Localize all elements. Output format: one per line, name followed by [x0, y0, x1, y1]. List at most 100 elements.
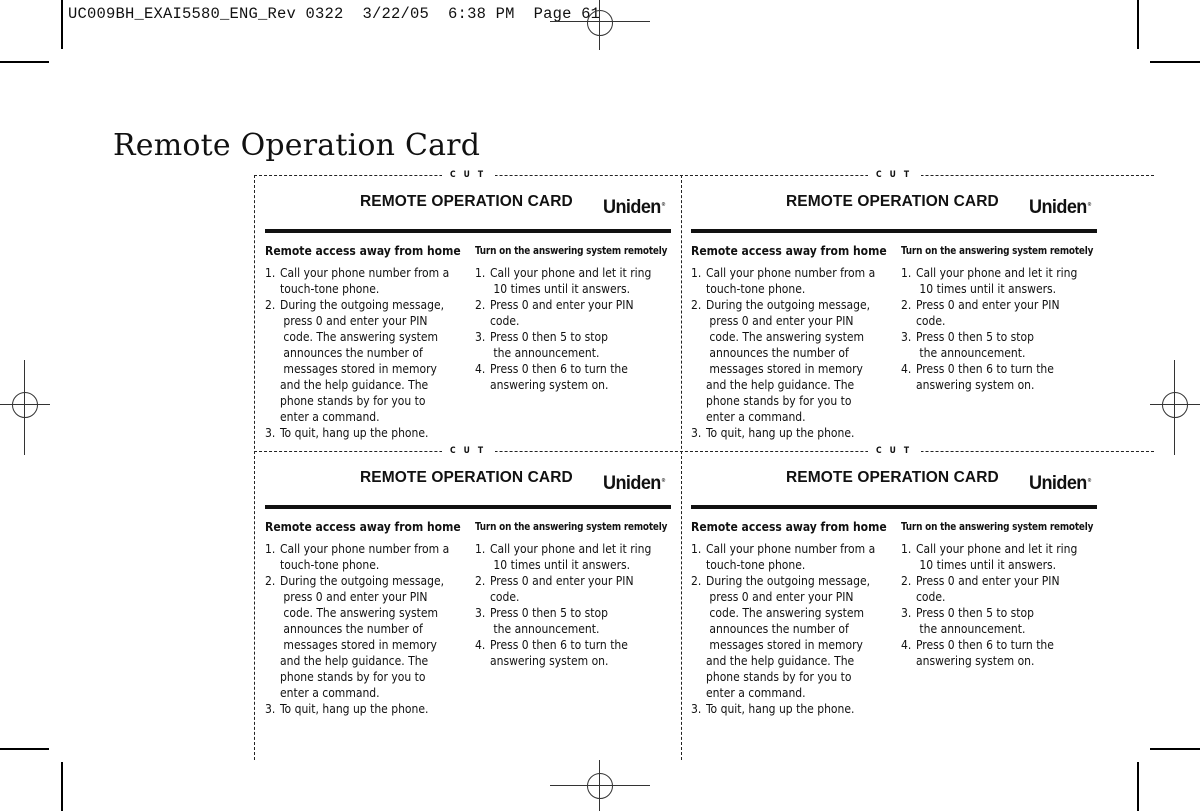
step-line: answering system on.: [916, 378, 1035, 392]
column-heading: Remote access away from home: [691, 244, 887, 258]
step-line: touch-tone phone.: [706, 558, 806, 572]
list-item: 3. To quit, hang up the phone.: [265, 701, 465, 717]
turn-on-column: Turn on the answering system remotely 1.…: [901, 519, 1101, 669]
step-line: Call your phone and let it ring: [490, 542, 652, 556]
crop-mark: [0, 748, 49, 750]
step-line: code.: [490, 590, 520, 604]
steps-list: 1. Call your phone number from a touch-ton…: [265, 541, 465, 717]
step-text: Press 0 then 6 to turn the answering syst…: [490, 637, 628, 669]
step-line: code.: [916, 590, 946, 604]
step-line: During the outgoing message,: [280, 298, 445, 312]
crop-mark: [1150, 748, 1200, 750]
remote-operation-card: REMOTE OPERATION CARD Uniden® Remote acc…: [691, 183, 1101, 453]
step-line: touch-tone phone.: [706, 282, 806, 296]
step-number: 2.: [691, 574, 702, 588]
step-line: Call your phone and let it ring: [916, 266, 1078, 280]
list-item: 3. Press 0 then 5 to stop the announcemen…: [475, 605, 675, 637]
remote-operation-card: REMOTE OPERATION CARD Uniden® Remote acc…: [691, 459, 1101, 729]
step-number: 3.: [265, 702, 276, 716]
list-item: 3. Press 0 then 5 to stop the announcemen…: [901, 605, 1101, 637]
logo-text: Uniden: [1029, 473, 1087, 494]
step-text: Press 0 then 5 to stop the announcement.: [490, 605, 608, 637]
step-text: Call your phone number from a touch-tone …: [280, 541, 449, 573]
list-item: 1. Call your phone and let it ring 10 tim…: [901, 541, 1101, 573]
step-line: answering system on.: [490, 378, 609, 392]
step-line: To quit, hang up the phone.: [280, 702, 429, 716]
logo-text: Uniden: [1029, 197, 1087, 218]
column-heading: Turn on the answering system remotely: [475, 521, 668, 533]
step-line: code.: [490, 314, 520, 328]
cut-line: [681, 175, 682, 760]
step-line: messages stored in memory: [706, 362, 863, 376]
step-number: 1.: [691, 266, 702, 280]
steps-list: 1. Call your phone and let it ring 10 tim…: [475, 541, 675, 669]
step-text: During the outgoing message, press 0 and…: [706, 573, 870, 701]
step-line: phone stands by for you to: [280, 670, 426, 684]
step-line: code. The answering system: [280, 330, 438, 344]
column-heading: Remote access away from home: [265, 244, 461, 258]
title-rule: [691, 229, 1097, 233]
step-line: the announcement.: [490, 622, 600, 636]
step-line: phone stands by for you to: [706, 670, 852, 684]
step-line: Press 0 and enter your PIN: [490, 574, 634, 588]
step-number: 3.: [475, 330, 486, 344]
step-line: code. The answering system: [706, 330, 864, 344]
step-line: messages stored in memory: [280, 638, 437, 652]
step-number: 2.: [691, 298, 702, 312]
step-line: announces the number of: [280, 622, 423, 636]
step-line: phone stands by for you to: [280, 394, 426, 408]
step-text: During the outgoing message, press 0 and…: [706, 297, 870, 425]
step-line: press 0 and enter your PIN: [706, 314, 854, 328]
step-line: code. The answering system: [706, 606, 864, 620]
step-line: announces the number of: [706, 346, 849, 360]
steps-list: 1. Call your phone number from a touch-ton…: [691, 541, 891, 717]
step-text: Press 0 and enter your PIN code.: [916, 297, 1060, 329]
list-item: 3. To quit, hang up the phone.: [691, 425, 891, 441]
step-text: To quit, hang up the phone.: [280, 425, 428, 441]
step-line: Press 0 then 6 to turn the: [490, 362, 628, 376]
crop-mark: [61, 0, 63, 49]
step-number: 4.: [475, 362, 486, 376]
step-line: Press 0 and enter your PIN: [916, 574, 1060, 588]
step-text: Call your phone and let it ring 10 times…: [916, 265, 1077, 297]
step-line: To quit, hang up the phone.: [280, 426, 429, 440]
step-number: 2.: [265, 298, 276, 312]
step-text: To quit, hang up the phone.: [706, 701, 854, 717]
turn-on-column: Turn on the answering system remotely 1.…: [901, 243, 1101, 393]
step-line: Call your phone and let it ring: [916, 542, 1078, 556]
step-text: Press 0 then 5 to stop the announcement.: [490, 329, 608, 361]
steps-list: 1. Call your phone and let it ring 10 tim…: [475, 265, 675, 393]
column-heading: Turn on the answering system remotely: [901, 245, 1094, 257]
list-item: 4. Press 0 then 6 to turn the answering sy…: [901, 361, 1101, 393]
step-line: answering system on.: [916, 654, 1035, 668]
steps-list: 1. Call your phone number from a touch-ton…: [691, 265, 891, 441]
step-text: Call your phone number from a touch-tone …: [706, 541, 875, 573]
list-item: 3. To quit, hang up the phone.: [265, 425, 465, 441]
step-line: 10 times until it answers.: [916, 558, 1057, 572]
step-line: enter a command.: [280, 410, 380, 424]
step-number: 2.: [901, 574, 912, 588]
step-text: Call your phone number from a touch-tone …: [280, 265, 449, 297]
list-item: 1. Call your phone number from a touch-ton…: [265, 265, 465, 297]
step-number: 4.: [901, 638, 912, 652]
step-text: To quit, hang up the phone.: [280, 701, 428, 717]
steps-list: 1. Call your phone number from a touch-ton…: [265, 265, 465, 441]
step-line: Call your phone number from a: [706, 542, 876, 556]
list-item: 2. During the outgoing message, press 0 a…: [691, 573, 891, 701]
step-line: 10 times until it answers.: [490, 558, 631, 572]
uniden-logo: Uniden®: [603, 197, 665, 219]
step-number: 2.: [265, 574, 276, 588]
step-line: Press 0 then 6 to turn the: [490, 638, 628, 652]
crop-mark: [61, 762, 63, 811]
step-text: Press 0 then 5 to stop the announcement.: [916, 605, 1034, 637]
step-line: During the outgoing message,: [280, 574, 445, 588]
title-rule: [691, 505, 1097, 509]
step-line: To quit, hang up the phone.: [706, 426, 855, 440]
step-line: Call your phone number from a: [706, 266, 876, 280]
step-line: press 0 and enter your PIN: [280, 314, 428, 328]
step-line: During the outgoing message,: [706, 298, 871, 312]
list-item: 1. Call your phone and let it ring 10 tim…: [475, 265, 675, 297]
remote-access-column: Remote access away from home 1. Call your…: [691, 519, 891, 717]
step-line: Press 0 then 5 to stop: [916, 330, 1034, 344]
step-text: Press 0 and enter your PIN code.: [490, 573, 634, 605]
